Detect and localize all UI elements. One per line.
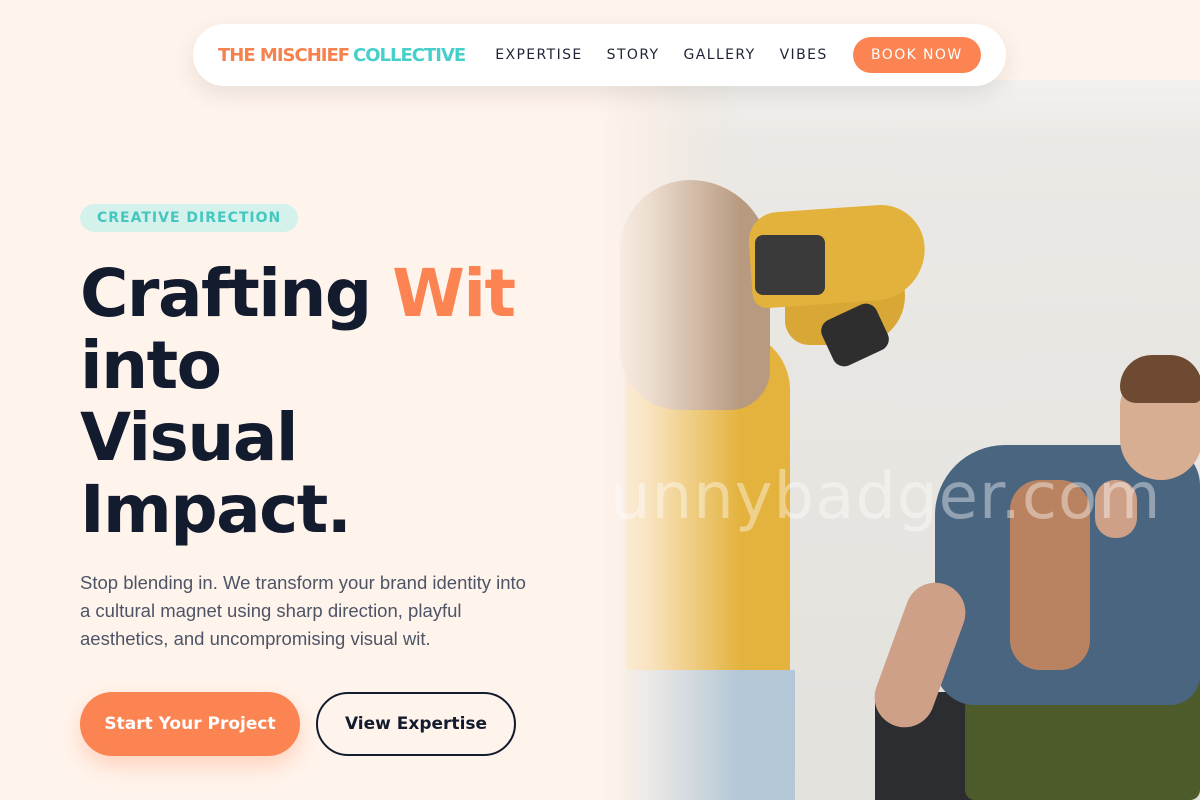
nav-link-gallery[interactable]: GALLERY: [684, 47, 756, 63]
photo-watermark: unnybadger.com: [610, 460, 1162, 534]
view-expertise-button[interactable]: View Expertise: [316, 692, 516, 756]
hero-photo: unnybadger.com: [600, 80, 1200, 800]
book-now-button[interactable]: BOOK NOW: [852, 37, 981, 73]
brand-logo-part1: THE MISCHIEF: [218, 44, 350, 66]
headline-word-crafting: Crafting: [80, 255, 372, 332]
headline-line-4: Impact.: [80, 471, 352, 548]
headline-line-2: into: [80, 327, 222, 404]
nav-links: EXPERTISE STORY GALLERY VIBES: [495, 47, 827, 63]
category-tag: CREATIVE DIRECTION: [80, 204, 299, 232]
camera-body: [755, 235, 825, 295]
nav-link-story[interactable]: STORY: [607, 47, 660, 63]
brand-logo-part2: COLLECTIVE: [353, 44, 466, 66]
top-navbar: THE MISCHIEF COLLECTIVE EXPERTISE STORY G…: [193, 24, 1006, 86]
photo-fade-overlay: [600, 80, 740, 800]
hero-headline: Crafting Wit into Visual Impact.: [80, 258, 560, 546]
hero-subtext: Stop blending in. We transform your bran…: [80, 572, 526, 649]
start-project-button[interactable]: Start Your Project: [80, 692, 300, 756]
headline-line-3: Visual: [80, 399, 298, 476]
brand-logo[interactable]: THE MISCHIEF COLLECTIVE: [218, 44, 466, 66]
model-hair: [1120, 355, 1200, 403]
nav-link-expertise[interactable]: EXPERTISE: [495, 47, 582, 63]
nav-link-vibes[interactable]: VIBES: [780, 47, 828, 63]
headline-accent: Wit: [392, 255, 516, 332]
